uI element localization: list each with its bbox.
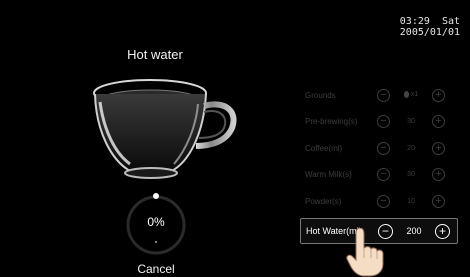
cancel-button[interactable]: Cancel <box>115 262 197 276</box>
setting-value: 20 <box>407 144 415 152</box>
day-text: Sat <box>441 16 460 27</box>
setting-row-warm-milk: Warm Milk(s) − 30 + <box>300 164 458 186</box>
date-text: 2005/01/01 <box>399 27 460 38</box>
plus-circle-icon[interactable]: + <box>432 115 445 128</box>
setting-value: 10 <box>407 197 415 205</box>
setting-label: Warm Milk(s) <box>305 170 352 179</box>
glass-cup-image <box>93 79 237 179</box>
minus-circle-icon[interactable]: − <box>377 168 390 181</box>
setting-label: Powder(s) <box>305 196 342 206</box>
setting-value: 30 <box>407 171 415 178</box>
status-clock: 03:29 Sat 2005/01/01 <box>400 16 460 38</box>
setting-label: Grounds <box>305 90 336 100</box>
plus-circle-icon[interactable]: + <box>432 88 445 102</box>
setting-row-pre-brewing: Pre-brewing(s) − 30 + <box>300 111 458 133</box>
progress-percent: 0% <box>147 215 165 229</box>
setting-label: Coffee(ml) <box>305 143 343 153</box>
setting-value: 200 <box>406 226 422 236</box>
plus-circle-icon[interactable]: + <box>432 168 445 181</box>
progress-indicator-dot <box>153 193 159 199</box>
time-text: 03:29 <box>399 16 430 27</box>
settings-panel: Grounds − x1 + Pre-brewing(s) − 30 + Cof… <box>300 84 458 249</box>
coffee-bean-icon <box>403 90 409 98</box>
minus-circle-icon[interactable]: − <box>377 194 390 208</box>
minus-circle-icon[interactable]: − <box>377 141 390 155</box>
plus-circle-icon[interactable]: + <box>435 223 450 239</box>
setting-value: x1 <box>390 90 432 100</box>
minus-circle-icon[interactable]: − <box>377 88 390 102</box>
setting-row-grounds: Grounds − x1 + <box>300 84 458 106</box>
plus-circle-icon[interactable]: + <box>432 194 445 208</box>
setting-row-powder: Powder(s) − 10 + <box>300 190 458 212</box>
setting-row-coffee: Coffee(ml) − 20 + <box>300 137 458 159</box>
minus-circle-icon[interactable]: − <box>377 115 390 128</box>
drink-title: Hot water <box>127 47 183 62</box>
plus-circle-icon[interactable]: + <box>432 141 445 155</box>
pointing-hand-icon <box>346 228 384 277</box>
setting-value: 30 <box>407 118 415 125</box>
setting-label: Pre-brewing(s) <box>305 117 358 126</box>
